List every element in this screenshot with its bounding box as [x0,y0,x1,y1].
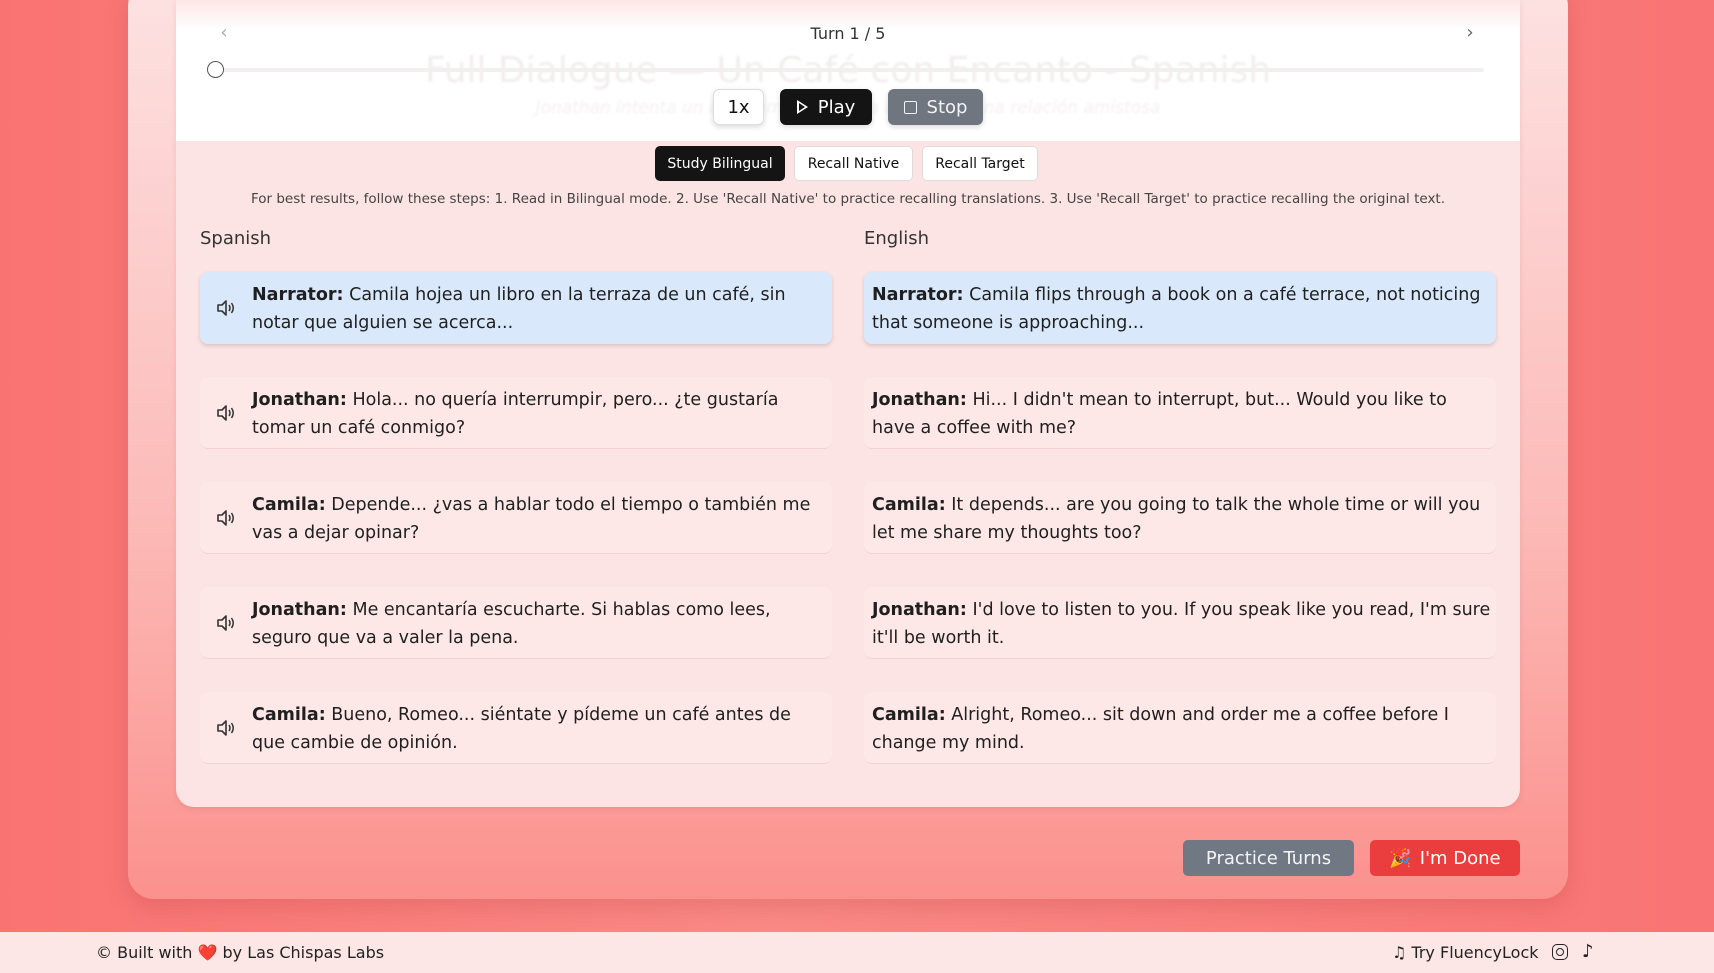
dialogue-row-en[interactable]: Jonathan: I'd love to listen to you. If … [864,587,1496,659]
play-button[interactable]: Play [780,89,872,125]
dialogue-row-en[interactable]: Narrator: Camila flips through a book on… [864,272,1496,344]
turn-counter: Turn 1 / 5 [810,24,886,43]
dialogue-text: Narrator: Camila flips through a book on… [872,281,1494,337]
dialogue-text: Jonathan: I'd love to listen to you. If … [872,596,1494,652]
mode-switcher: Study Bilingual Recall Native Recall Tar… [176,146,1520,182]
english-column-heading: English [864,228,929,249]
chevron-left-icon[interactable]: ‹ [214,22,234,43]
practice-turns-button[interactable]: Practice Turns [1183,840,1354,876]
play-icon [796,100,808,114]
mode-study-bilingual[interactable]: Study Bilingual [655,146,785,181]
dialogue-row-en[interactable]: Camila: Alright, Romeo... sit down and o… [864,692,1496,764]
stop-icon [903,100,917,114]
instagram-icon[interactable] [1552,944,1568,960]
playback-controls: 1x Play Stop [176,89,1520,125]
line-text: Bueno, Romeo... siéntate y pídeme un caf… [252,705,791,753]
line-text: Alright, Romeo... sit down and order me … [872,705,1449,753]
dialogue-text: Jonathan: Hi... I didn't mean to interru… [872,386,1494,442]
speaker-name: Camila: [252,705,326,725]
spanish-column-heading: Spanish [200,228,272,249]
speaker-icon[interactable] [216,299,236,317]
speaker-icon[interactable] [216,614,236,632]
dialogue-text: Camila: Depende... ¿vas a hablar todo el… [252,491,822,547]
speaker-name: Narrator: [252,285,344,305]
dialogue-row-es[interactable]: Narrator: Camila hojea un libro en la te… [200,272,832,344]
dialogue-row-es[interactable]: Jonathan: Hola... no quería interrumpir,… [200,377,832,449]
party-popper-icon: 🎉 [1389,847,1412,869]
footer-built-suffix: by Las Chispas Labs [222,943,385,962]
speaker-name: Narrator: [872,285,964,305]
stop-label: Stop [926,96,968,118]
dialogue-row-es[interactable]: Camila: Depende... ¿vas a hablar todo el… [200,482,832,554]
speaker-name: Jonathan: [872,600,967,620]
dialogue-text: Camila: It depends... are you going to t… [872,491,1494,547]
speaker-icon[interactable] [216,404,236,422]
speaker-name: Camila: [872,495,946,515]
speaker-name: Jonathan: [252,390,347,410]
instructions-hint: For best results, follow these steps: 1.… [250,191,1446,207]
line-text: It depends... are you going to talk the … [872,495,1481,543]
speed-label: 1x [727,96,750,118]
done-label: I'm Done [1419,847,1501,869]
progress-knob[interactable] [207,61,224,78]
speaker-name: Camila: [252,495,326,515]
done-button[interactable]: 🎉 I'm Done [1370,840,1520,876]
speaker-name: Camila: [872,705,946,725]
speaker-icon[interactable] [216,509,236,527]
dialogue-row-en[interactable]: Camila: It depends... are you going to t… [864,482,1496,554]
play-label: Play [817,96,856,118]
chevron-right-icon[interactable]: › [1460,22,1480,43]
progress-track[interactable] [212,68,1484,72]
audio-player: Full Dialogue — Un Café con Encanto - Sp… [176,0,1520,141]
speaker-name: Jonathan: [252,600,347,620]
footer: © Built with ❤️ by Las Chispas Labs ♫ Tr… [0,932,1714,973]
dialogue-text: Camila: Bueno, Romeo... siéntate y pídem… [252,701,822,757]
footer-credit: © Built with ❤️ by Las Chispas Labs [96,943,384,962]
dialogue-text: Jonathan: Me encantaría escucharte. Si h… [252,596,822,652]
mode-recall-target[interactable]: Recall Target [922,146,1038,181]
dialogue-row-en[interactable]: Jonathan: Hi... I didn't mean to interru… [864,377,1496,449]
dialogue-panel: Full Dialogue — Un Café con Encanto - Sp… [176,0,1520,807]
speaker-name: Jonathan: [872,390,967,410]
dialogue-text: Jonathan: Hola... no quería interrumpir,… [252,386,822,442]
dialogue-text: Narrator: Camila hojea un libro en la te… [252,281,822,337]
stop-button[interactable]: Stop [888,89,983,125]
mode-recall-native[interactable]: Recall Native [794,146,913,181]
dialogue-text: Camila: Alright, Romeo... sit down and o… [872,701,1494,757]
footer-built-prefix: © Built with [96,943,193,962]
dialogue-row-es[interactable]: Camila: Bueno, Romeo... siéntate y pídem… [200,692,832,764]
line-text: Camila flips through a book on a café te… [872,285,1481,333]
speed-button[interactable]: 1x [713,89,764,125]
dialogue-row-es[interactable]: Jonathan: Me encantaría escucharte. Si h… [200,587,832,659]
tiktok-icon[interactable]: ♪ [1582,941,1594,962]
speaker-icon[interactable] [216,719,236,737]
fluencylock-link[interactable]: ♫ Try FluencyLock [1392,943,1539,962]
heart-icon: ❤️ [197,943,218,962]
line-text: Depende... ¿vas a hablar todo el tiempo … [252,495,811,543]
